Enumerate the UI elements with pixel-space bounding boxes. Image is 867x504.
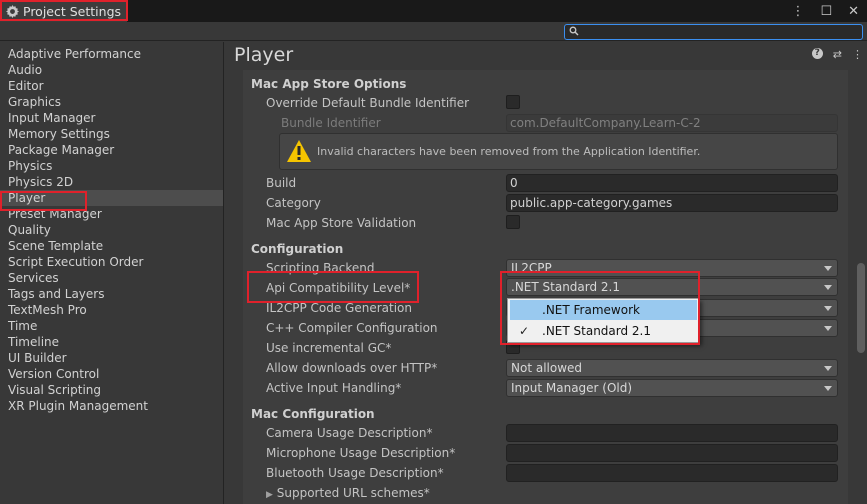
chevron-down-icon <box>824 366 832 371</box>
bluetooth-usage-label: Bluetooth Usage Description* <box>266 466 444 480</box>
chevron-down-icon <box>824 386 832 391</box>
help-icon[interactable]: ? <box>811 48 823 59</box>
sidebar-item-audio[interactable]: Audio <box>0 62 223 78</box>
project-settings-tab[interactable]: Project Settings <box>0 0 127 22</box>
more-icon[interactable]: ⋮ <box>852 48 863 61</box>
override-bundle-checkbox[interactable] <box>506 95 520 109</box>
search-icon <box>569 26 579 36</box>
sidebar-item-input-manager[interactable]: Input Manager <box>0 110 223 126</box>
input-handling-value: Input Manager (Old) <box>511 381 633 395</box>
more-icon[interactable]: ⋮ <box>791 4 804 19</box>
toolbar <box>0 22 867 41</box>
allow-http-dropdown[interactable]: Not allowed <box>506 359 838 377</box>
sidebar-item-physics[interactable]: Physics <box>0 158 223 174</box>
sidebar-item-visual-scripting[interactable]: Visual Scripting <box>0 382 223 398</box>
sidebar-item-quality[interactable]: Quality <box>0 222 223 238</box>
override-bundle-label: Override Default Bundle Identifier <box>266 96 470 110</box>
settings-sidebar: Adaptive Performance Audio Editor Graphics I… <box>0 42 224 504</box>
warning-box: Invalid characters have been removed fro… <box>279 133 838 170</box>
build-field[interactable]: 0 <box>506 174 838 192</box>
sidebar-item-graphics[interactable]: Graphics <box>0 94 223 110</box>
option-label: .NET Standard 2.1 <box>542 324 652 338</box>
category-field[interactable]: public.app-category.games <box>506 194 838 212</box>
sidebar-item-services[interactable]: Services <box>0 270 223 286</box>
mac-app-store-validation-checkbox[interactable] <box>506 215 520 229</box>
sidebar-item-textmesh-pro[interactable]: TextMesh Pro <box>0 302 223 318</box>
build-label: Build <box>266 176 297 190</box>
bundle-identifier-label: Bundle Identifier <box>281 116 381 130</box>
sidebar-list: Adaptive Performance Audio Editor Graphics I… <box>0 42 223 414</box>
cpp-compiler-label: C++ Compiler Configuration <box>266 321 438 335</box>
api-compatibility-label: Api Compatibility Level* <box>266 281 411 295</box>
sidebar-item-version-control[interactable]: Version Control <box>0 366 223 382</box>
input-handling-label: Active Input Handling* <box>266 381 402 395</box>
option-label: .NET Framework <box>542 303 640 317</box>
warning-text: Invalid characters have been removed fro… <box>317 145 701 158</box>
sidebar-item-tags-and-layers[interactable]: Tags and Layers <box>0 286 223 302</box>
option-net-framework[interactable]: .NET Framework <box>510 300 697 320</box>
tab-title: Project Settings <box>23 3 122 19</box>
sidebar-item-package-manager[interactable]: Package Manager <box>0 142 223 158</box>
sidebar-item-xr-plugin-management[interactable]: XR Plugin Management <box>0 398 223 414</box>
scripting-backend-value: IL2CPP <box>511 261 552 275</box>
sidebar-item-physics-2d[interactable]: Physics 2D <box>0 174 223 190</box>
search-input[interactable] <box>564 24 863 40</box>
input-handling-dropdown[interactable]: Input Manager (Old) <box>506 379 838 397</box>
bluetooth-usage-field[interactable] <box>506 464 838 482</box>
sidebar-item-timeline[interactable]: Timeline <box>0 334 223 350</box>
microphone-usage-label: Microphone Usage Description* <box>266 446 456 460</box>
mac-app-store-validation-label: Mac App Store Validation <box>266 216 417 230</box>
chevron-down-icon <box>824 285 832 290</box>
option-net-standard[interactable]: ✓ .NET Standard 2.1 <box>510 321 697 341</box>
sidebar-item-preset-manager[interactable]: Preset Manager <box>0 206 223 222</box>
microphone-usage-field[interactable] <box>506 444 838 462</box>
api-compatibility-dropdown[interactable]: .NET Standard 2.1 <box>506 278 838 296</box>
title-icons: ? ⇄ ⋮ <box>811 48 863 61</box>
chevron-down-icon <box>824 326 832 331</box>
bundle-identifier-field: com.DefaultCompany.Learn-C-2 <box>506 114 838 132</box>
warning-icon <box>287 140 311 162</box>
url-schemes-label: Supported URL schemes* <box>276 486 430 500</box>
chevron-down-icon <box>824 306 832 311</box>
sidebar-item-player[interactable]: Player <box>0 190 223 206</box>
window-controls: ⋮ ☐ ✕ <box>791 0 867 22</box>
sidebar-item-editor[interactable]: Editor <box>0 78 223 94</box>
gear-icon <box>6 4 19 18</box>
api-compatibility-value: .NET Standard 2.1 <box>511 280 621 294</box>
title-bar: Project Settings ⋮ ☐ ✕ <box>0 0 867 22</box>
il2cpp-code-generation-label: IL2CPP Code Generation <box>266 301 413 315</box>
sidebar-item-script-execution-order[interactable]: Script Execution Order <box>0 254 223 270</box>
allow-http-label: Allow downloads over HTTP* <box>266 361 438 375</box>
camera-usage-label: Camera Usage Description* <box>266 426 433 440</box>
page-title: Player <box>234 44 294 66</box>
scripting-backend-label: Scripting Backend <box>266 261 375 275</box>
mac-app-store-header: Mac App Store Options <box>251 77 407 91</box>
configuration-header: Configuration <box>251 242 344 256</box>
incremental-gc-label: Use incremental GC* <box>266 341 392 355</box>
sidebar-item-time[interactable]: Time <box>0 318 223 334</box>
maximize-icon[interactable]: ☐ <box>820 4 832 19</box>
chevron-down-icon <box>824 266 832 271</box>
sidebar-item-ui-builder[interactable]: UI Builder <box>0 350 223 366</box>
settings-sliders-icon[interactable]: ⇄ <box>833 48 842 61</box>
url-schemes-foldout[interactable]: ▶ Supported URL schemes* <box>266 484 430 502</box>
sidebar-item-memory-settings[interactable]: Memory Settings <box>0 126 223 142</box>
allow-http-value: Not allowed <box>511 361 583 375</box>
close-icon[interactable]: ✕ <box>848 4 859 19</box>
sidebar-item-adaptive-performance[interactable]: Adaptive Performance <box>0 46 223 62</box>
category-label: Category <box>266 196 321 210</box>
mac-configuration-header: Mac Configuration <box>251 407 375 421</box>
sidebar-item-scene-template[interactable]: Scene Template <box>0 238 223 254</box>
scripting-backend-dropdown[interactable]: IL2CPP <box>506 259 838 277</box>
camera-usage-field[interactable] <box>506 424 838 442</box>
chevron-right-icon: ▶ <box>266 490 273 500</box>
checkmark-icon: ✓ <box>519 324 530 338</box>
scrollbar-thumb[interactable] <box>857 263 865 353</box>
api-compatibility-popup: .NET Framework ✓ .NET Standard 2.1 <box>507 298 700 343</box>
